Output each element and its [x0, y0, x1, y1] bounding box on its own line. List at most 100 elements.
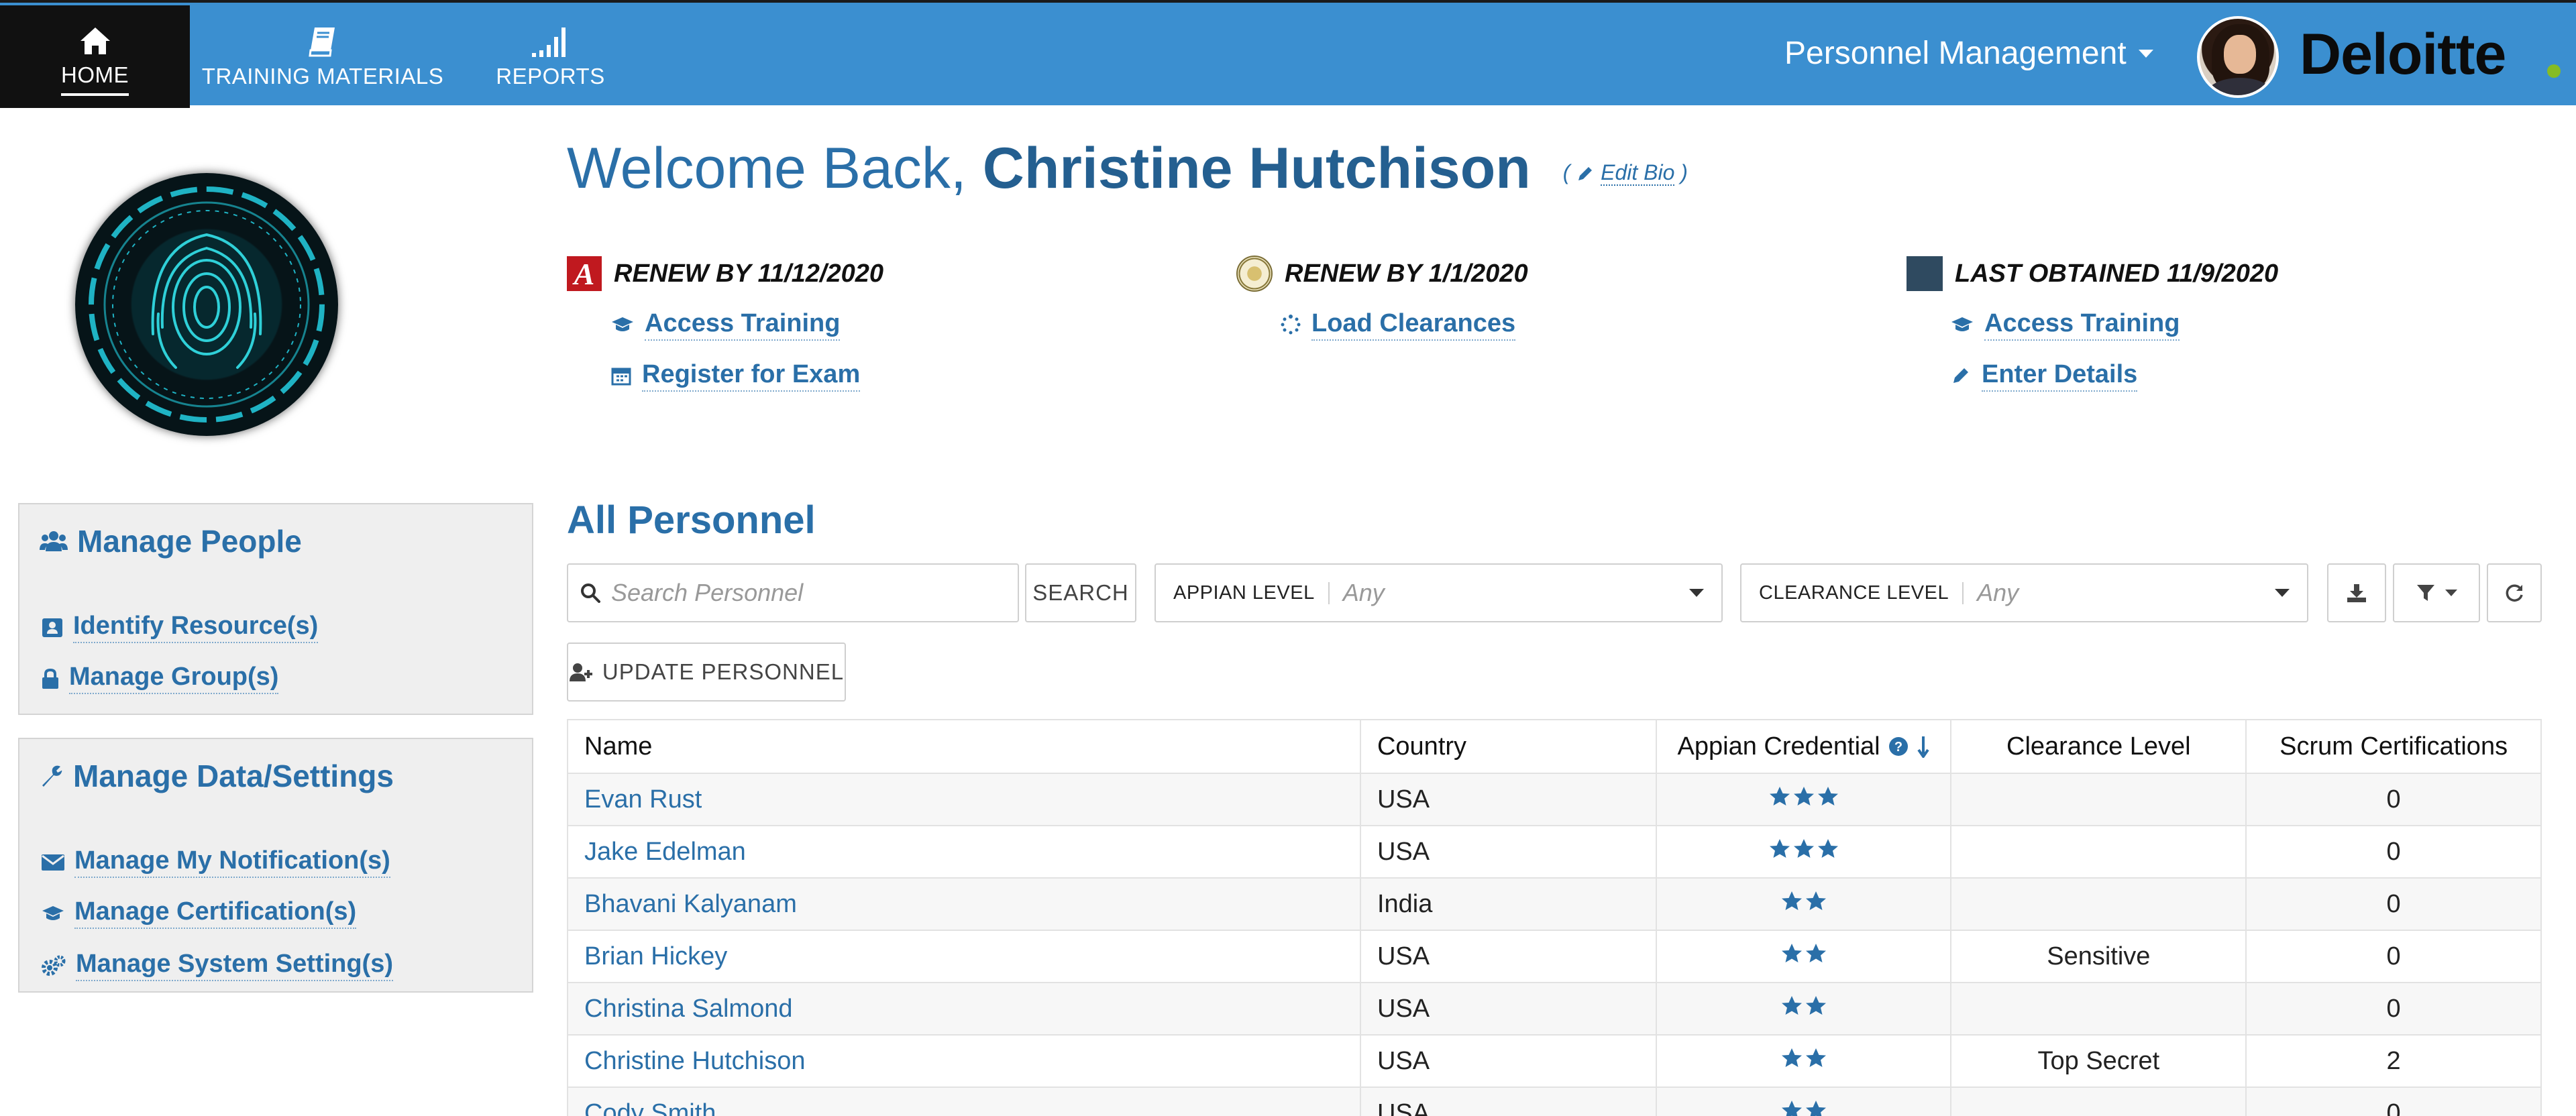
persona-dropdown[interactable]: Personnel Management [1784, 35, 2153, 72]
graduation-cap-icon [42, 905, 64, 920]
star-icon [1817, 787, 1838, 805]
brand-logo: Deloitte [2300, 22, 2506, 87]
star-icon [1805, 891, 1826, 910]
star-icon [1781, 944, 1802, 962]
load-clearances-link[interactable]: Load Clearances [1281, 306, 1528, 343]
edit-bio-label: Edit Bio [1601, 160, 1675, 186]
scrum-count-cell: 0 [2245, 877, 2542, 931]
col-header-country[interactable]: Country [1359, 719, 1657, 774]
col-header-name[interactable]: Name [567, 719, 1361, 774]
panel-title: Manage Data/Settings [40, 758, 394, 794]
star-icon [1781, 1101, 1802, 1116]
table-row[interactable]: Christine Hutchison USA Top Secret 2 [567, 1034, 2542, 1088]
scrum-count-cell: 2 [2245, 1034, 2542, 1088]
table-row[interactable]: Bhavani Kalyanam India 0 [567, 877, 2542, 931]
register-exam-link[interactable]: Register for Exam [611, 357, 883, 394]
enter-details-link[interactable]: Enter Details [1951, 357, 2278, 394]
renewal-scrum: LAST OBTAINED 11/9/2020 Access Training … [1907, 255, 2278, 408]
scrum-count-cell: 0 [2245, 1086, 2542, 1116]
person-name-link[interactable]: Brian Hickey [567, 930, 1361, 983]
col-header-clearance-level[interactable]: Clearance Level [1950, 719, 2247, 774]
section-title: All Personnel [567, 498, 816, 542]
paren-open: ( [1562, 160, 1570, 184]
identify-resources-link[interactable]: Identify Resource(s) [41, 612, 319, 643]
renewal-heading: RENEW BY 11/12/2020 [614, 259, 884, 288]
search-input[interactable] [611, 579, 1000, 607]
nav-reports[interactable]: REPORTS [482, 5, 619, 108]
nav-home[interactable]: HOME [0, 5, 190, 108]
star-icon [1805, 996, 1826, 1015]
download-button[interactable] [2327, 563, 2386, 622]
table-row[interactable]: Christina Salmond USA 0 [567, 982, 2542, 1036]
person-name-link[interactable]: Jake Edelman [567, 825, 1361, 879]
access-training-link[interactable]: Access Training [1951, 306, 2278, 343]
country-cell: USA [1359, 982, 1657, 1036]
country-cell: USA [1359, 825, 1657, 879]
person-name-link[interactable]: Evan Rust [567, 773, 1361, 826]
table-header-row: Name Country Appian Credential ? Clearan… [567, 719, 2542, 774]
sort-down-icon[interactable] [1917, 735, 1930, 758]
col-header-appian-credential[interactable]: Appian Credential ? [1655, 719, 1952, 774]
appian-level-dropdown[interactable]: APPIAN LEVEL Any [1155, 563, 1723, 622]
appian-credential-cell [1655, 930, 1952, 983]
renewal-heading: LAST OBTAINED 11/9/2020 [1955, 259, 2279, 288]
clearance-level-dropdown[interactable]: CLEARANCE LEVEL Any [1740, 563, 2308, 622]
spinner-icon [1281, 315, 1301, 335]
cogs-icon [42, 955, 66, 976]
manage-data-panel: Manage Data/Settings Manage My Notificat… [18, 738, 533, 993]
appian-level-value: Any [1342, 579, 1385, 606]
persona-label: Personnel Management [1784, 36, 2127, 71]
refresh-icon [2506, 584, 2523, 602]
country-cell: USA [1359, 930, 1657, 983]
refresh-button[interactable] [2487, 563, 2542, 622]
person-name-link[interactable]: Christine Hutchison [567, 1034, 1361, 1088]
col-header-scrum-certifications[interactable]: Scrum Certifications [2245, 719, 2542, 774]
filter-button[interactable] [2393, 563, 2480, 622]
manage-system-settings-link[interactable]: Manage System Setting(s) [41, 950, 393, 981]
star-icon [1793, 839, 1814, 858]
appian-credential-cell [1655, 982, 1952, 1036]
update-personnel-button[interactable]: UPDATE PERSONNEL [567, 643, 846, 702]
star-icon [1769, 839, 1790, 858]
avatar[interactable] [2197, 16, 2279, 98]
manage-groups-link[interactable]: Manage Group(s) [41, 663, 279, 694]
nav-training-label: TRAINING MATERIALS [201, 63, 444, 89]
star-icon [1781, 891, 1802, 910]
nav-training-materials[interactable]: TRAINING MATERIALS [201, 5, 444, 108]
appian-credential-cell [1655, 877, 1952, 931]
chevron-down-icon [2445, 590, 2457, 596]
government-seal-icon [1236, 256, 1273, 292]
panel-title: Manage People [40, 523, 302, 559]
appian-logo-icon: A [567, 256, 602, 291]
brand-dot [2547, 64, 2561, 78]
table-row[interactable]: Brian Hickey USA Sensitive 0 [567, 930, 2542, 983]
table-row[interactable]: Jake Edelman USA 0 [567, 825, 2542, 879]
manage-people-panel: Manage People Identify Resource(s) Manag… [18, 503, 533, 715]
star-icon [1805, 1101, 1826, 1116]
users-icon [40, 531, 68, 551]
star-icon [1793, 787, 1814, 805]
top-nav-bar: HOME TRAINING MATERIALS REPORTS Personne… [0, 0, 2576, 108]
scrum-count-cell: 0 [2245, 930, 2542, 983]
calendar-icon [611, 368, 631, 386]
clearance-cell: Sensitive [1950, 930, 2247, 983]
search-button[interactable]: SEARCH [1025, 563, 1136, 622]
manage-notifications-link[interactable]: Manage My Notification(s) [41, 846, 390, 878]
manage-certifications-link[interactable]: Manage Certification(s) [41, 897, 357, 929]
star-icon [1817, 839, 1838, 858]
appian-credential-cell [1655, 1086, 1952, 1116]
access-training-link[interactable]: Access Training [611, 306, 883, 343]
star-icon [1781, 996, 1802, 1015]
renewal-heading: RENEW BY 1/1/2020 [1285, 259, 1528, 288]
edit-bio-link[interactable]: ( Edit Bio ) [1562, 160, 1688, 186]
search-icon [581, 583, 600, 603]
help-icon[interactable]: ? [1888, 736, 1909, 757]
clearance-cell: Top Secret [1950, 1034, 2247, 1088]
welcome-prefix: Welcome Back, [567, 136, 983, 201]
person-name-link[interactable]: Cody Smith [567, 1086, 1361, 1116]
table-row[interactable]: Cody Smith USA 0 [567, 1086, 2542, 1116]
person-name-link[interactable]: Christina Salmond [567, 982, 1361, 1036]
renewal-clearance: RENEW BY 1/1/2020 Load Clearances [1236, 255, 1528, 357]
table-row[interactable]: Evan Rust USA 0 [567, 773, 2542, 826]
person-name-link[interactable]: Bhavani Kalyanam [567, 877, 1361, 931]
